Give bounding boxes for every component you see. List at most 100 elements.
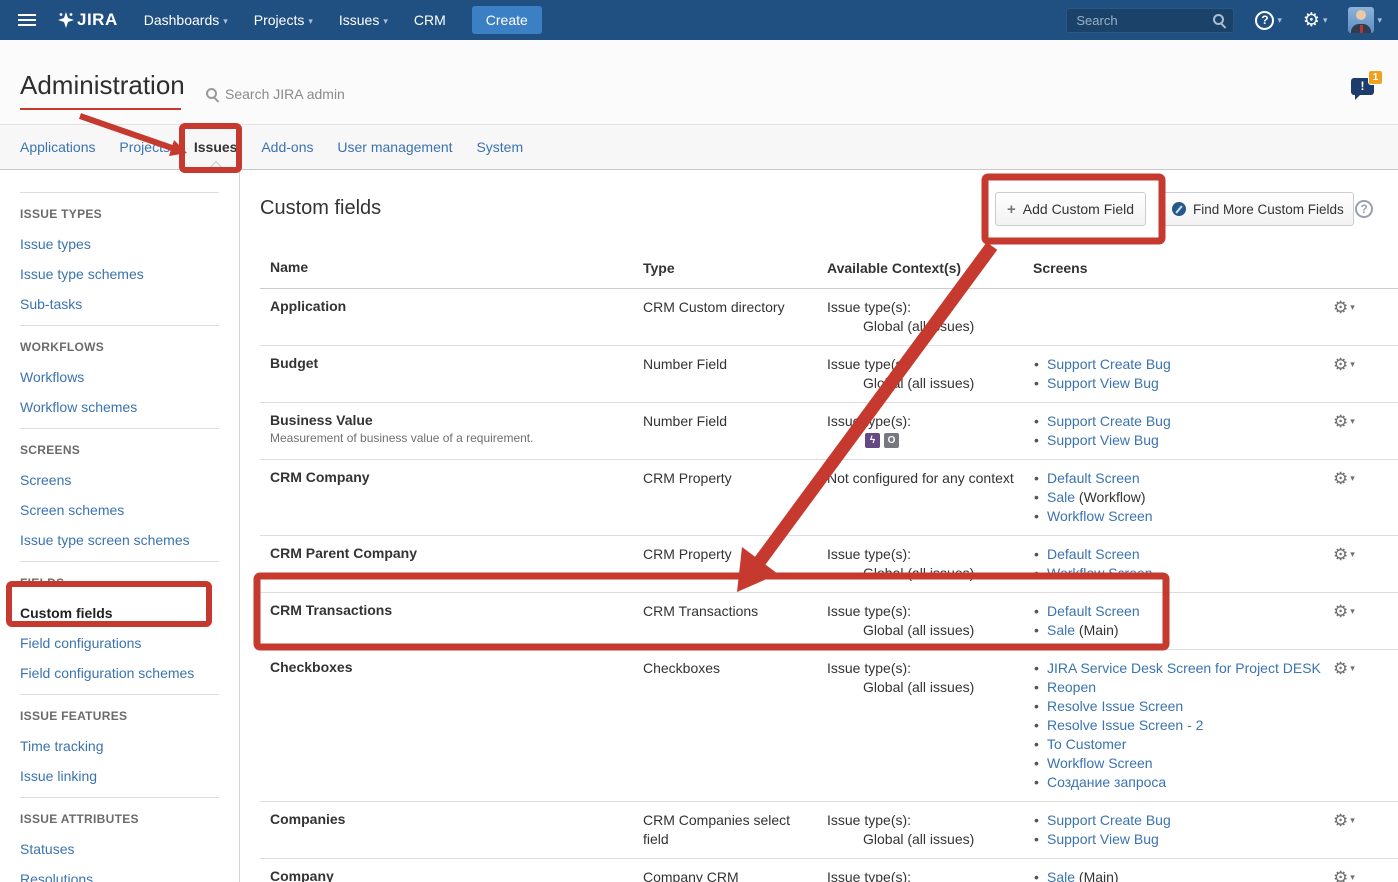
search-icon[interactable] bbox=[1213, 14, 1226, 27]
screen-link[interactable]: Default Screen bbox=[1047, 603, 1140, 619]
sidebar-item-issue-types[interactable]: Issue types bbox=[20, 229, 219, 259]
sidebar-item-field-configurations[interactable]: Field configurations bbox=[20, 628, 219, 658]
screen-link-item: Создание запроса bbox=[1033, 773, 1327, 792]
screen-link[interactable]: JIRA Service Desk Screen for Project DES… bbox=[1047, 660, 1321, 676]
sidebar-section-title: SCREENS bbox=[20, 429, 219, 465]
sidebar-link[interactable]: Workflows bbox=[20, 369, 84, 385]
sidebar-link[interactable]: Resolutions bbox=[20, 871, 93, 882]
column-header-screens: Screens bbox=[1027, 259, 1327, 278]
hamburger-menu-icon[interactable] bbox=[18, 14, 36, 26]
admin-search bbox=[206, 86, 425, 102]
sidebar-item-workflow-schemes[interactable]: Workflow schemes bbox=[20, 392, 219, 422]
user-profile-menu[interactable]: ▾ bbox=[1348, 7, 1382, 33]
screen-link-item: Resolve Issue Screen - 2 bbox=[1033, 716, 1327, 735]
field-name: CRM Transactions bbox=[270, 602, 392, 618]
sidebar-item-custom-fields[interactable]: Custom fields bbox=[20, 598, 219, 628]
admin-search-input[interactable] bbox=[225, 86, 425, 102]
screen-link[interactable]: Resolve Issue Screen bbox=[1047, 698, 1183, 714]
nav-projects[interactable]: Projects▾ bbox=[254, 12, 313, 28]
sidebar-link[interactable]: Field configurations bbox=[20, 635, 141, 651]
screen-link[interactable]: Default Screen bbox=[1047, 470, 1140, 486]
sidebar-item-field-configuration-schemes[interactable]: Field configuration schemes bbox=[20, 658, 219, 688]
screen-link[interactable]: Support Create Bug bbox=[1047, 413, 1171, 429]
sidebar-section-issue-types: ISSUE TYPES Issue types Issue type schem… bbox=[20, 192, 219, 325]
row-actions-menu[interactable]: ⚙▾ bbox=[1333, 869, 1355, 882]
table-row: CRM Company CRM Property Not configured … bbox=[260, 460, 1398, 536]
row-actions-menu[interactable]: ⚙▾ bbox=[1333, 546, 1355, 562]
screen-link[interactable]: Workflow Screen bbox=[1047, 565, 1153, 581]
sidebar-item-time-tracking[interactable]: Time tracking bbox=[20, 731, 219, 761]
table-row: Companies CRM Companies select field Iss… bbox=[260, 802, 1398, 859]
sidebar-item-issue-linking[interactable]: Issue linking bbox=[20, 761, 219, 791]
screen-link[interactable]: Resolve Issue Screen - 2 bbox=[1047, 717, 1203, 733]
screen-link[interactable]: Reopen bbox=[1047, 679, 1096, 695]
chevron-down-icon: ▾ bbox=[308, 16, 313, 26]
tab-issues[interactable]: Issues bbox=[194, 139, 238, 155]
row-actions-menu[interactable]: ⚙▾ bbox=[1333, 812, 1355, 828]
custom-fields-table: Name Type Available Context(s) Screens A… bbox=[260, 259, 1398, 882]
screen-link[interactable]: Sale bbox=[1047, 489, 1075, 505]
screen-link[interactable]: Support View Bug bbox=[1047, 375, 1159, 391]
tab-add-ons[interactable]: Add-ons bbox=[261, 139, 313, 155]
sidebar-link[interactable]: Issue type screen schemes bbox=[20, 532, 190, 548]
sidebar-item-issue-type-schemes[interactable]: Issue type schemes bbox=[20, 259, 219, 289]
sidebar-link[interactable]: Field configuration schemes bbox=[20, 665, 194, 681]
field-type: Number Field bbox=[643, 355, 827, 393]
jira-logo[interactable]: JIRA bbox=[58, 10, 118, 30]
sidebar-item-screen-schemes[interactable]: Screen schemes bbox=[20, 495, 219, 525]
help-menu[interactable]: ? ▾ bbox=[1255, 11, 1282, 30]
screen-link[interactable]: Создание запроса bbox=[1047, 774, 1166, 790]
screen-link[interactable]: Support Create Bug bbox=[1047, 356, 1171, 372]
tab-projects[interactable]: Projects bbox=[119, 139, 170, 155]
field-type: CRM Transactions bbox=[643, 602, 827, 640]
screen-link[interactable]: Support Create Bug bbox=[1047, 812, 1171, 828]
sidebar-item-resolutions[interactable]: Resolutions bbox=[20, 864, 219, 882]
sidebar-link[interactable]: Custom fields bbox=[20, 605, 113, 621]
sidebar-section-title: ISSUE FEATURES bbox=[20, 695, 219, 731]
create-button[interactable]: Create bbox=[472, 6, 542, 34]
sidebar-link[interactable]: Issue linking bbox=[20, 768, 97, 784]
sidebar-link[interactable]: Issue types bbox=[20, 236, 91, 252]
gear-icon: ⚙ bbox=[1333, 355, 1348, 374]
tab-system[interactable]: System bbox=[476, 139, 523, 155]
sidebar-link[interactable]: Screens bbox=[20, 472, 71, 488]
screen-link[interactable]: Sale bbox=[1047, 869, 1075, 882]
sidebar-item-issue-type-screen-schemes[interactable]: Issue type screen schemes bbox=[20, 525, 219, 555]
tab-applications[interactable]: Applications bbox=[20, 139, 96, 155]
sidebar-item-statuses[interactable]: Statuses bbox=[20, 834, 219, 864]
row-actions-menu[interactable]: ⚙▾ bbox=[1333, 470, 1355, 486]
global-search-input[interactable] bbox=[1066, 8, 1234, 33]
row-actions-menu[interactable]: ⚙▾ bbox=[1333, 413, 1355, 429]
screen-link[interactable]: To Customer bbox=[1047, 736, 1126, 752]
tab-user-management[interactable]: User management bbox=[337, 139, 452, 155]
find-more-custom-fields-button[interactable]: Find More Custom Fields bbox=[1162, 192, 1354, 226]
sidebar-link[interactable]: Statuses bbox=[20, 841, 74, 857]
row-actions-menu[interactable]: ⚙▾ bbox=[1333, 603, 1355, 619]
nav-issues[interactable]: Issues▾ bbox=[339, 12, 388, 28]
row-actions-menu[interactable]: ⚙▾ bbox=[1333, 299, 1355, 315]
sidebar-link[interactable]: Screen schemes bbox=[20, 502, 124, 518]
screen-link[interactable]: Workflow Screen bbox=[1047, 755, 1153, 771]
field-name: CRM Parent Company bbox=[270, 545, 417, 561]
screen-link[interactable]: Support View Bug bbox=[1047, 432, 1159, 448]
sidebar-link[interactable]: Workflow schemes bbox=[20, 399, 137, 415]
screen-link-item: Support View Bug bbox=[1033, 374, 1327, 393]
row-actions-menu[interactable]: ⚙▾ bbox=[1333, 356, 1355, 372]
notification-button[interactable]: ! 1 bbox=[1351, 78, 1374, 95]
sidebar-item-workflows[interactable]: Workflows bbox=[20, 362, 219, 392]
sidebar-item-sub-tasks[interactable]: Sub-tasks bbox=[20, 289, 219, 319]
row-actions-menu[interactable]: ⚙▾ bbox=[1333, 660, 1355, 676]
nav-crm[interactable]: CRM bbox=[414, 12, 446, 28]
admin-settings-menu[interactable]: ⚙ ▾ bbox=[1303, 11, 1328, 30]
help-icon[interactable]: ? bbox=[1355, 200, 1373, 218]
add-custom-field-button[interactable]: + Add Custom Field bbox=[995, 192, 1146, 226]
nav-dashboards[interactable]: Dashboards▾ bbox=[144, 12, 228, 28]
screen-link[interactable]: Support View Bug bbox=[1047, 831, 1159, 847]
sidebar-link[interactable]: Sub-tasks bbox=[20, 296, 82, 312]
screen-link[interactable]: Default Screen bbox=[1047, 546, 1140, 562]
sidebar-link[interactable]: Issue type schemes bbox=[20, 266, 144, 282]
screen-link[interactable]: Workflow Screen bbox=[1047, 508, 1153, 524]
sidebar-item-screens[interactable]: Screens bbox=[20, 465, 219, 495]
sidebar-link[interactable]: Time tracking bbox=[20, 738, 104, 754]
screen-link[interactable]: Sale bbox=[1047, 622, 1075, 638]
